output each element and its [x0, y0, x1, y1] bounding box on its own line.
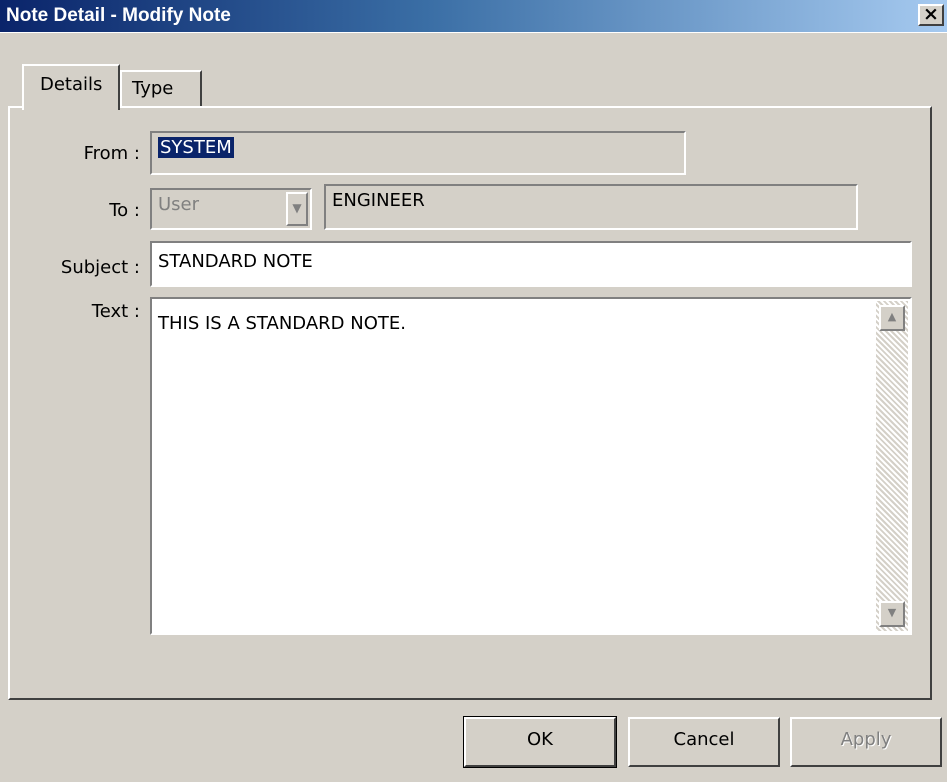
cancel-button[interactable]: Cancel	[628, 717, 780, 767]
title-bar[interactable]: Note Detail - Modify Note ×	[0, 0, 947, 33]
tab-type-label: Type	[132, 78, 174, 99]
window-title: Note Detail - Modify Note	[6, 5, 231, 26]
close-button[interactable]: ×	[918, 4, 944, 26]
tab-details[interactable]: Details	[22, 64, 120, 110]
close-icon: ×	[923, 3, 939, 25]
ok-button[interactable]: OK	[463, 716, 617, 768]
details-panel	[8, 106, 932, 700]
tab-details-label: Details	[40, 74, 103, 95]
apply-button[interactable]: Apply	[790, 717, 942, 767]
tab-type[interactable]: Type	[120, 70, 202, 108]
